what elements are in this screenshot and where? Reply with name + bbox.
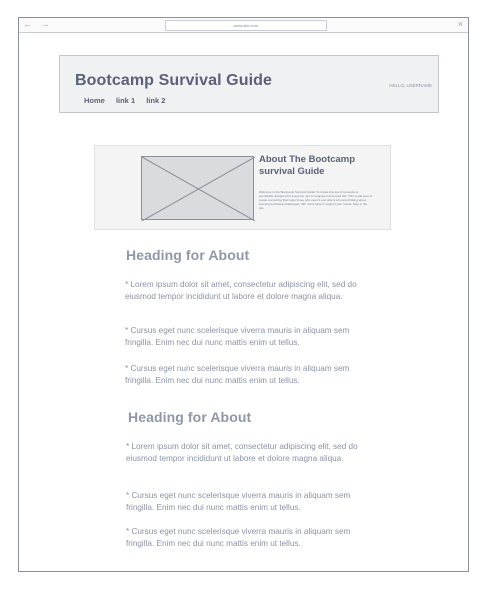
- about-text: Welcome to the Bootcamp Survival Guide! …: [259, 190, 373, 210]
- section-1-paragraph-2: * Cursus eget nunc scelerisque viverra m…: [125, 326, 350, 347]
- header-nav: Home link 1 link 2: [84, 96, 174, 105]
- back-forward-icon[interactable]: ← →: [23, 19, 53, 29]
- browser-toolbar: ← → www.site.com ×: [19, 18, 468, 33]
- section-1-paragraph-1: * Lorem ipsum dolor sit amet, consectetu…: [125, 280, 357, 301]
- nav-link-2[interactable]: link 2: [146, 96, 165, 105]
- image-placeholder: [141, 156, 255, 221]
- browser-window: ← → www.site.com × Bootcamp Survival Gui…: [18, 17, 469, 572]
- about-card: About The Bootcamp survival Guide Welcom…: [94, 145, 391, 230]
- section-2-paragraph-1: * Lorem ipsum dolor sit amet, consectetu…: [126, 442, 358, 463]
- image-placeholder-icon: [142, 157, 255, 221]
- section-2-heading: Heading for About: [128, 409, 252, 425]
- section-2-paragraph-2: * Cursus eget nunc scelerisque viverra m…: [126, 491, 351, 512]
- nav-link-1[interactable]: link 1: [116, 96, 135, 105]
- nav-link-home[interactable]: Home: [84, 96, 105, 105]
- section-1-heading: Heading for About: [126, 247, 250, 263]
- section-2-paragraph-3: * Cursus eget nunc scelerisque viverra m…: [126, 527, 351, 548]
- url-bar[interactable]: www.site.com: [165, 20, 327, 31]
- about-title: About The Bootcamp survival Guide: [259, 154, 356, 177]
- section-1-paragraph-3: * Cursus eget nunc scelerisque viverra m…: [125, 364, 350, 385]
- user-greeting: HELLO, USERNAME: [389, 83, 432, 88]
- site-header: Bootcamp Survival Guide Home link 1 link…: [59, 55, 439, 113]
- close-icon[interactable]: ×: [458, 19, 463, 29]
- site-title: Bootcamp Survival Guide: [75, 72, 273, 89]
